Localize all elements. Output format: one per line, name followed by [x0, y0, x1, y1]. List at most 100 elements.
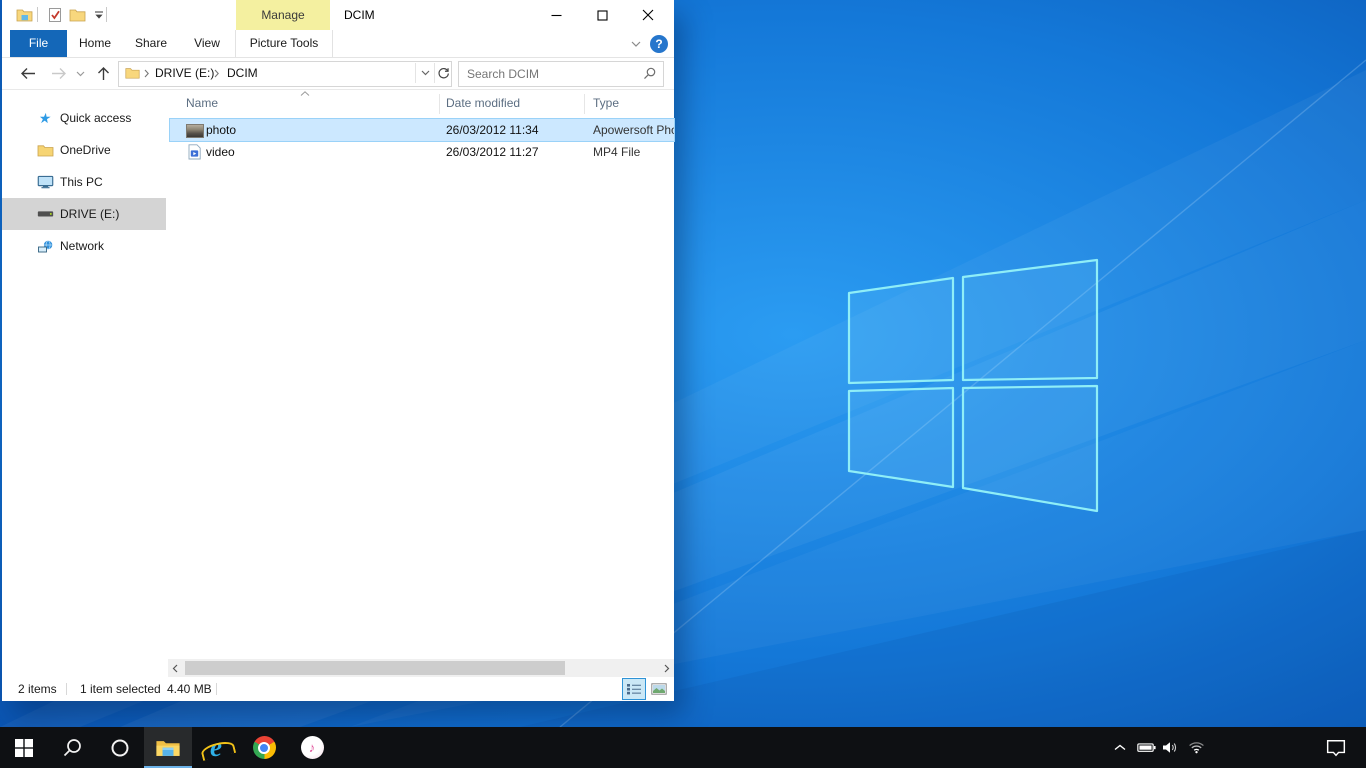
column-header-type[interactable]: Type: [593, 96, 619, 110]
file-date-modified: 26/03/2012 11:27: [446, 141, 539, 163]
status-bar: 2 items 1 item selected 4.40 MB: [2, 677, 674, 701]
chevron-right-icon: [214, 69, 220, 78]
column-resize-handle[interactable]: [584, 94, 585, 114]
mp4-file-icon: [188, 144, 201, 160]
thumbnail-view-icon: [651, 683, 667, 695]
address-folder-icon: [125, 62, 140, 84]
itunes-button[interactable]: ♪: [288, 727, 336, 768]
details-view-icon: [626, 683, 642, 695]
wifi-tray-icon[interactable]: [1184, 727, 1208, 768]
chrome-icon: [253, 736, 276, 759]
tab-share[interactable]: Share: [123, 30, 179, 57]
sidebar-item-onedrive[interactable]: OneDrive: [2, 134, 166, 166]
internet-explorer-button[interactable]: e: [192, 727, 240, 768]
breadcrumb-folder[interactable]: DCIM: [227, 62, 258, 84]
battery-tray-icon[interactable]: [1134, 727, 1158, 768]
title-bar[interactable]: Manage DCIM: [2, 0, 674, 30]
maximize-icon: [597, 10, 608, 21]
breadcrumb-drive[interactable]: DRIVE (E:): [155, 62, 214, 84]
cortana-circle-icon: [110, 738, 130, 758]
minimize-button[interactable]: [540, 0, 572, 30]
action-center-icon: [1326, 739, 1346, 757]
taskbar: e ♪: [0, 727, 1366, 768]
file-explorer-icon: [155, 738, 181, 758]
help-button[interactable]: ?: [650, 35, 668, 53]
sort-ascending-icon: [300, 91, 310, 96]
forward-button[interactable]: [50, 66, 68, 81]
tab-home[interactable]: Home: [67, 30, 123, 57]
qat-new-folder-button[interactable]: [68, 6, 86, 24]
volume-tray-icon[interactable]: [1158, 727, 1182, 768]
close-button[interactable]: [632, 0, 664, 30]
itunes-icon: ♪: [301, 736, 324, 759]
sidebar-item-label: This PC: [60, 175, 103, 189]
chevron-down-icon: [76, 71, 85, 77]
music-note-glyph: ♪: [309, 740, 316, 755]
scroll-right-button[interactable]: [660, 659, 674, 677]
sidebar-item-label: Network: [60, 239, 104, 253]
refresh-button[interactable]: [436, 62, 450, 84]
explorer-window-icon[interactable]: [15, 6, 33, 24]
search-icon[interactable]: [643, 67, 656, 80]
tab-view[interactable]: View: [179, 30, 235, 57]
wifi-icon: [1188, 741, 1205, 754]
action-center-button[interactable]: [1316, 727, 1356, 768]
tab-file[interactable]: File: [10, 30, 67, 57]
taskbar-file-explorer-button[interactable]: [144, 727, 192, 768]
close-icon: [642, 9, 654, 21]
file-row-video[interactable]: video 26/03/2012 11:27 MP4 File: [170, 141, 674, 163]
window-title: DCIM: [344, 0, 375, 30]
address-bar[interactable]: DRIVE (E:) DCIM: [118, 61, 452, 87]
chrome-button[interactable]: [240, 727, 288, 768]
scrollbar-thumb[interactable]: [185, 661, 565, 675]
back-arrow-icon: [19, 67, 36, 80]
search-icon: [62, 738, 82, 758]
taskbar-search-button[interactable]: [48, 727, 96, 768]
onedrive-folder-icon: [36, 144, 54, 157]
address-toolbar: DRIVE (E:) DCIM: [2, 58, 674, 90]
column-resize-handle[interactable]: [439, 94, 440, 114]
horizontal-scrollbar[interactable]: [168, 659, 674, 677]
maximize-button[interactable]: [586, 0, 618, 30]
chevron-left-icon: [172, 664, 178, 673]
column-header-name[interactable]: Name: [186, 96, 218, 110]
show-hidden-icons-button[interactable]: [1108, 727, 1132, 768]
network-globe-icon: [36, 240, 54, 253]
tab-picture-tools[interactable]: Picture Tools: [235, 30, 333, 57]
chevron-right-icon: [664, 664, 670, 673]
search-input[interactable]: [465, 64, 639, 84]
address-dropdown-button[interactable]: [419, 62, 432, 84]
new-folder-icon: [69, 8, 86, 22]
column-header-date-modified[interactable]: Date modified: [446, 96, 520, 110]
sidebar-item-this-pc[interactable]: This PC: [2, 166, 166, 198]
photo-thumbnail-icon: [186, 124, 204, 138]
quick-access-star-icon: ★: [35, 110, 55, 127]
selection-count: 1 item selected: [80, 677, 161, 701]
start-button[interactable]: [0, 727, 48, 768]
breadcrumb-chevron[interactable]: [214, 62, 220, 84]
help-icon: ?: [655, 37, 662, 51]
expand-ribbon-button[interactable]: [628, 38, 644, 50]
up-button[interactable]: [94, 66, 112, 81]
search-box[interactable]: [458, 61, 664, 87]
contextual-tab-group[interactable]: Manage: [236, 0, 330, 30]
file-name: photo: [206, 119, 236, 141]
large-icons-view-button[interactable]: [648, 679, 670, 699]
scroll-left-button[interactable]: [168, 659, 182, 677]
back-button[interactable]: [18, 66, 36, 81]
breadcrumb-chevron[interactable]: [144, 62, 150, 84]
sidebar-item-label: OneDrive: [60, 143, 111, 157]
file-explorer-window: Manage DCIM File Home Share View Picture…: [2, 0, 674, 701]
sidebar-item-network[interactable]: Network: [2, 230, 166, 262]
properties-check-icon: [48, 7, 62, 23]
cortana-button[interactable]: [96, 727, 144, 768]
sidebar-item-quick-access[interactable]: ★ Quick access: [2, 102, 166, 134]
address-divider: [415, 63, 416, 83]
file-row-photo[interactable]: photo 26/03/2012 11:34 Apowersoft Pho: [170, 119, 674, 141]
selection-size: 4.40 MB: [167, 677, 212, 701]
recent-locations-dropdown[interactable]: [74, 66, 86, 81]
qat-separator: [37, 7, 38, 22]
details-view-button[interactable]: [623, 679, 645, 699]
qat-properties-button[interactable]: [46, 6, 64, 24]
sidebar-item-drive-e[interactable]: DRIVE (E:): [2, 198, 166, 230]
